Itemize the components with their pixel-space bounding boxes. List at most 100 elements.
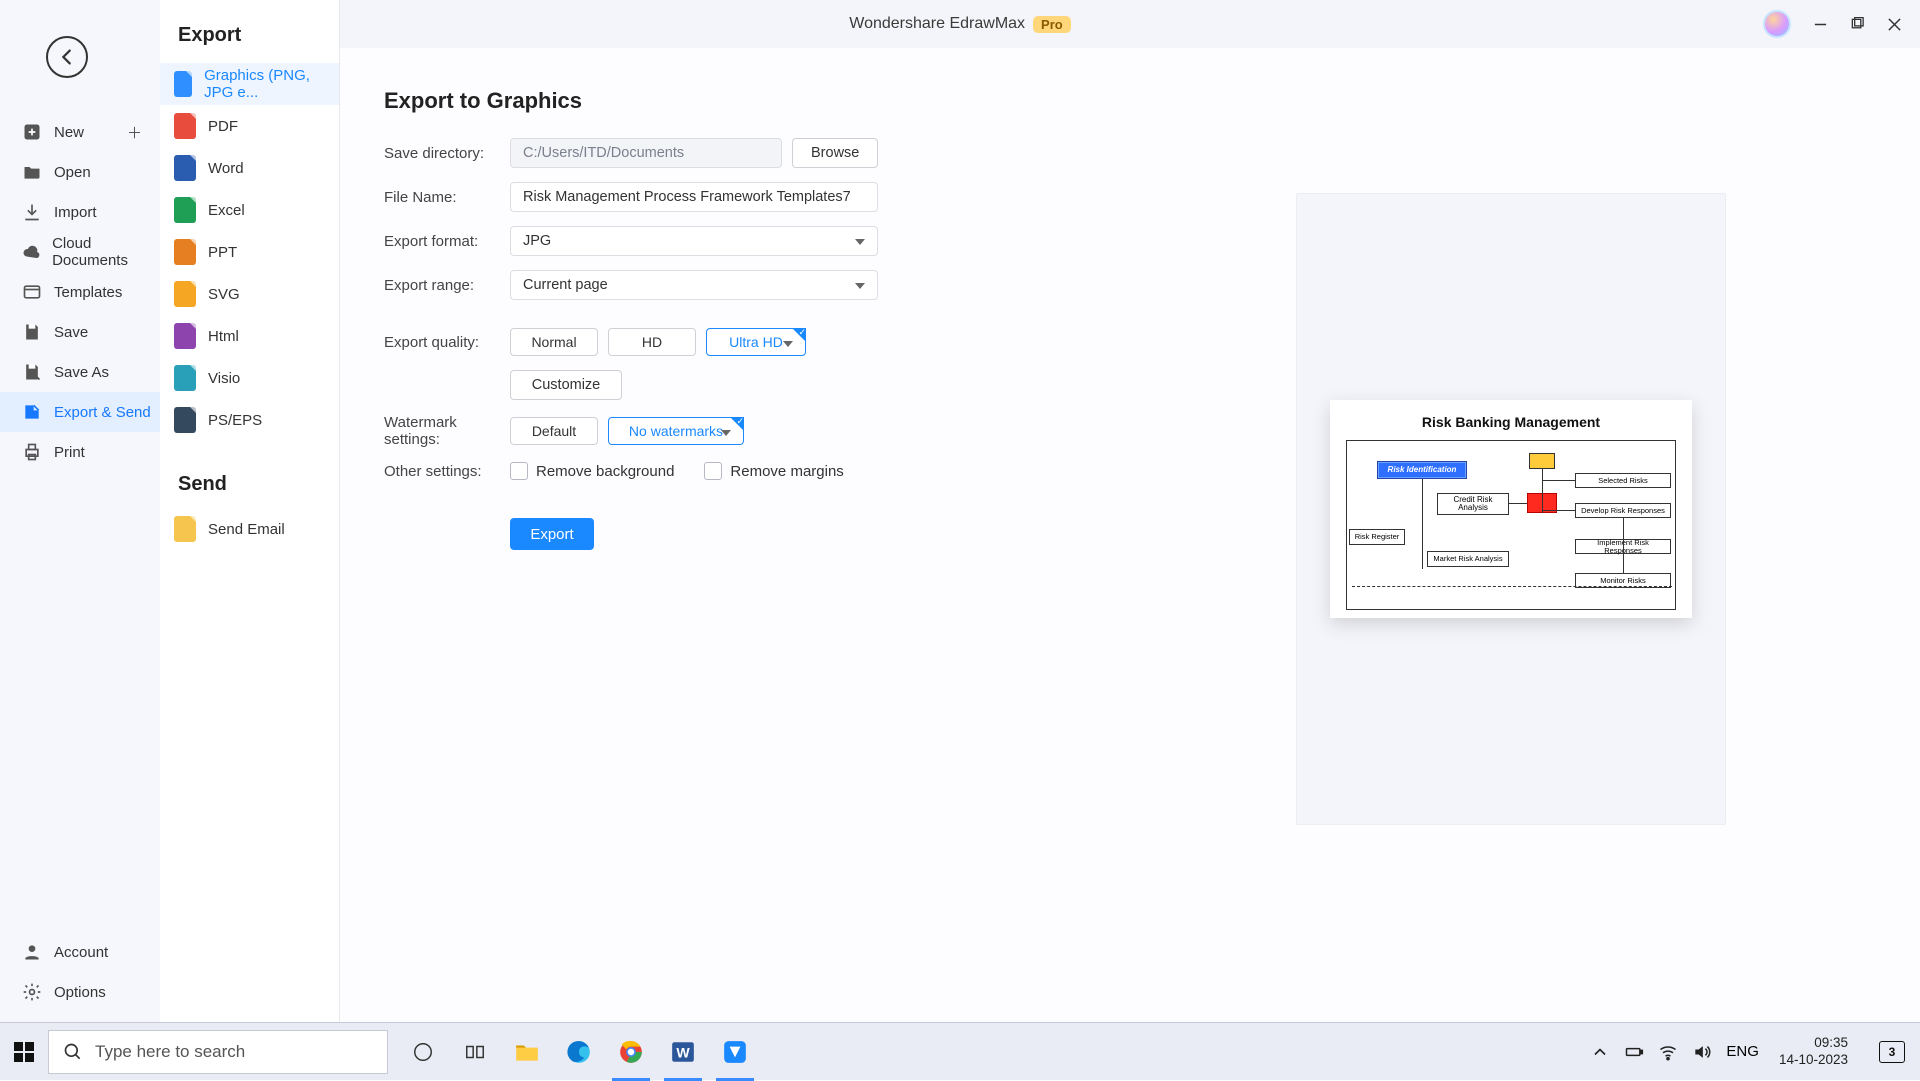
sidebar-item-new[interactable]: New ＋ [0,112,160,152]
windows-taskbar: Type here to search W ENG 09:35 14-10-20… [0,1022,1920,1080]
format-ppt[interactable]: PPT [160,231,339,273]
send-heading: Send [160,441,339,508]
tray-chevron-icon[interactable] [1590,1042,1610,1062]
mail-icon [174,516,196,542]
templates-icon [22,282,42,302]
format-html[interactable]: Html [160,315,339,357]
user-avatar[interactable] [1763,10,1791,38]
sidebar-item-label: Import [54,204,97,221]
sidebar-item-label: Save As [54,364,109,381]
file-icon [174,239,196,265]
print-icon [22,442,42,462]
edrawmax-button[interactable] [710,1023,760,1081]
checkbox-icon [510,462,528,480]
add-icon[interactable]: ＋ [127,122,142,143]
start-button[interactable] [0,1023,48,1081]
remove-margins-checkbox[interactable]: Remove margins [704,462,843,480]
format-pdf[interactable]: PDF [160,105,339,147]
cloud-icon [22,242,40,262]
format-label: Export format: [384,233,510,250]
format-svg[interactable]: SVG [160,273,339,315]
file-name-input[interactable] [510,182,878,212]
chrome-button[interactable] [606,1023,656,1081]
format-word[interactable]: Word [160,147,339,189]
export-format-list: Export Graphics (PNG, JPG e... PDF Word … [160,0,340,1022]
save-dir-label: Save directory: [384,145,510,162]
sidebar-item-export-send[interactable]: Export & Send [0,392,160,432]
format-pseps[interactable]: PS/EPS [160,399,339,441]
quality-label: Export quality: [384,334,510,351]
sidebar-item-label: Open [54,164,91,181]
check-icon [730,417,744,431]
search-placeholder: Type here to search [95,1042,245,1062]
file-icon [174,365,196,391]
sidebar-item-save-as[interactable]: Save As [0,352,160,392]
send-email[interactable]: Send Email [160,508,339,550]
maximize-button[interactable] [1850,17,1865,32]
watermark-label: Watermark settings: [384,414,510,448]
check-icon [792,328,806,342]
user-icon [22,942,42,962]
file-icon [174,281,196,307]
preview-title: Risk Banking Management [1346,414,1676,430]
svg-text:W: W [676,1044,690,1060]
checkbox-icon [704,462,722,480]
file-explorer-button[interactable] [502,1023,552,1081]
sidebar-item-templates[interactable]: Templates [0,272,160,312]
watermark-default[interactable]: Default [510,417,598,445]
remove-bg-checkbox[interactable]: Remove background [510,462,674,480]
sidebar-item-options[interactable]: Options [0,972,160,1012]
watermark-none[interactable]: No watermarks [608,417,744,445]
save-as-icon [22,362,42,382]
other-label: Other settings: [384,463,510,480]
browse-button[interactable]: Browse [792,138,878,168]
file-icon [174,197,196,223]
sidebar-item-label: Templates [54,284,122,301]
back-button[interactable] [46,36,88,78]
export-heading: Export [160,0,339,63]
tray-volume-icon[interactable] [1692,1042,1712,1062]
sidebar-item-label: Options [54,984,106,1001]
search-icon [63,1042,83,1062]
cortana-button[interactable] [450,1023,500,1081]
format-graphics[interactable]: Graphics (PNG, JPG e... [160,63,339,105]
tray-language[interactable]: ENG [1726,1043,1759,1060]
minimize-button[interactable] [1813,17,1828,32]
tray-battery-icon[interactable] [1624,1042,1644,1062]
tray-wifi-icon[interactable] [1658,1042,1678,1062]
sidebar-item-cloud[interactable]: Cloud Documents [0,232,160,272]
sidebar-item-label: Print [54,444,85,461]
format-select[interactable]: JPG [510,226,878,256]
word-button[interactable]: W [658,1023,708,1081]
quality-normal[interactable]: Normal [510,328,598,356]
range-select[interactable]: Current page [510,270,878,300]
sidebar-item-open[interactable]: Open [0,152,160,192]
sidebar-item-label: Export & Send [54,404,151,421]
sidebar-item-label: Account [54,944,108,961]
customize-button[interactable]: Customize [510,370,622,400]
tray-clock[interactable]: 09:35 14-10-2023 [1773,1035,1854,1069]
preview-pane: Risk Banking Management Risk Identificat… [1296,193,1726,825]
export-button[interactable]: Export [510,518,594,550]
edge-button[interactable] [554,1023,604,1081]
taskbar-search[interactable]: Type here to search [48,1030,388,1074]
save-dir-input[interactable] [510,138,782,168]
sidebar-item-import[interactable]: Import [0,192,160,232]
quality-ultra-hd[interactable]: Ultra HD [706,328,806,356]
save-icon [22,322,42,342]
sidebar-item-account[interactable]: Account [0,932,160,972]
format-excel[interactable]: Excel [160,189,339,231]
plus-square-icon [22,122,42,142]
file-icon [174,323,196,349]
sidebar-item-save[interactable]: Save [0,312,160,352]
quality-hd[interactable]: HD [608,328,696,356]
format-visio[interactable]: Visio [160,357,339,399]
range-label: Export range: [384,277,510,294]
file-name-label: File Name: [384,189,510,206]
file-sidebar: New ＋ Open Import Cloud Documents Templa… [0,0,160,1022]
task-view-button[interactable] [398,1023,448,1081]
close-button[interactable] [1887,17,1902,32]
sidebar-item-print[interactable]: Print [0,432,160,472]
action-center-button[interactable]: 3 [1878,1039,1906,1065]
folder-icon [22,162,42,182]
